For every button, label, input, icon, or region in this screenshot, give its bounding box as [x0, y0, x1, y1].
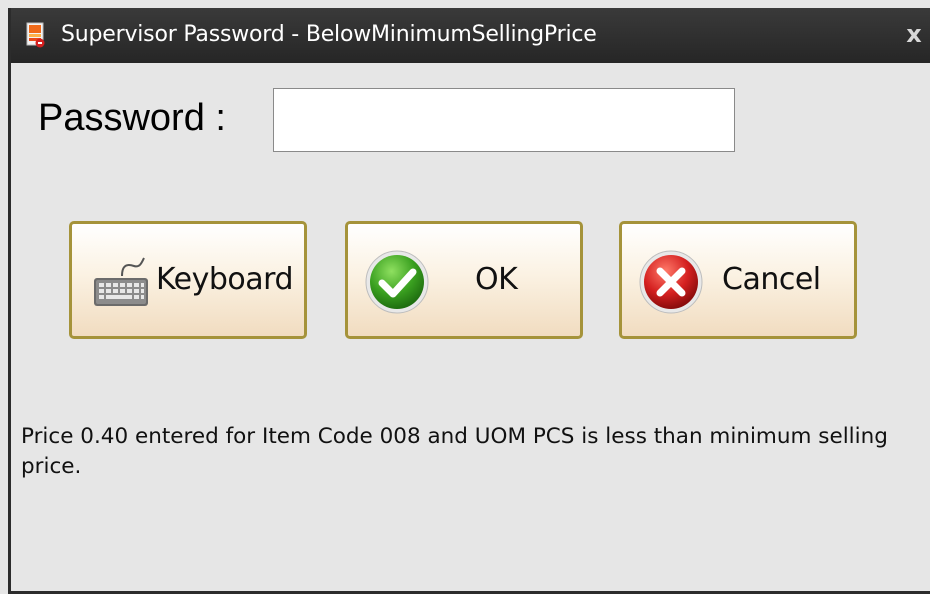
title-bar[interactable]: Supervisor Password - BelowMinimumSellin… [11, 8, 930, 63]
password-label: Password : [38, 97, 226, 139]
supervisor-password-dialog: Supervisor Password - BelowMinimumSellin… [8, 8, 930, 594]
cancel-button[interactable]: Cancel [619, 221, 857, 339]
keyboard-button[interactable]: Keyboard [69, 221, 307, 339]
window-title: Supervisor Password - BelowMinimumSellin… [61, 22, 597, 47]
validation-message: Price 0.40 entered for Item Code 008 and… [21, 424, 888, 479]
close-button[interactable]: x [902, 20, 926, 48]
keyboard-icon [92, 256, 150, 312]
ok-button[interactable]: OK [345, 221, 583, 339]
cancel-button-label: Cancel [722, 262, 821, 297]
checkmark-icon [364, 249, 430, 315]
cancel-x-icon [638, 249, 704, 315]
password-field[interactable] [273, 88, 735, 152]
app-icon [25, 22, 47, 48]
ok-button-label: OK [475, 262, 518, 297]
keyboard-button-label: Keyboard [156, 262, 294, 297]
